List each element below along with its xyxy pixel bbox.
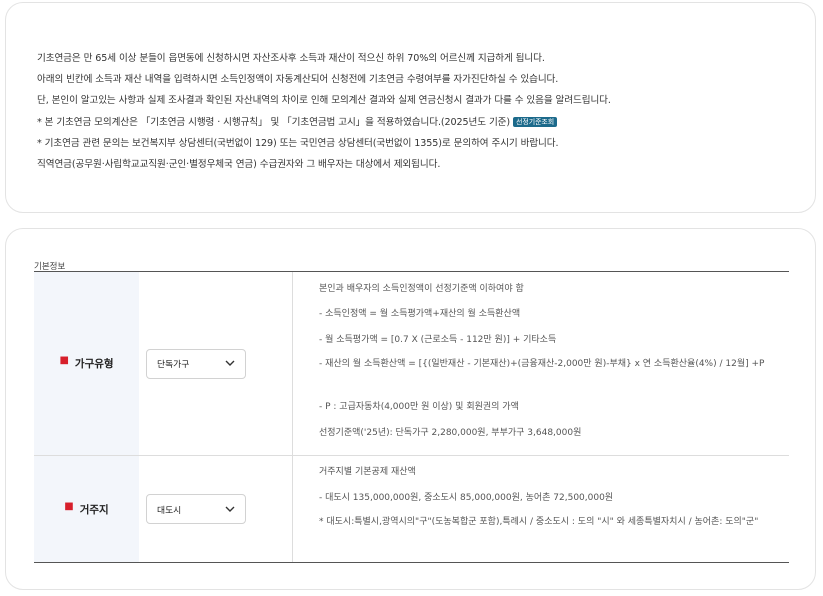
- residence-label: 거주지: [79, 503, 109, 516]
- residence-row: ■ 거주지 대도시 거주지별 기본공제 재산액 - 대도시 135,000,00…: [34, 455, 789, 562]
- basic-info-table: ■ 가구유형 단독가구 본인과 배우자의 소득인정액이 선정기준액 이하여야 함…: [34, 271, 789, 563]
- household-desc-6: 선정기준액('25년): 단독가구 2,280,000원, 부부가구 3,648…: [319, 428, 582, 438]
- household-desc-3: - 월 소득평가액 = [0.7 X (근로소득 - 112만 원)] + 기타…: [319, 335, 557, 345]
- notice-text: 기초연금은 만 65세 이상 분들이 읍면동에 신청하시면 자산조사후 소득과 …: [37, 48, 611, 175]
- notice-line-4-text: * 본 기초연금 모의계산은 「기초연금 시행령 · 시행규칙」 및 「기초연금…: [37, 116, 511, 128]
- residence-desc-1: 거주지별 기본공제 재산액: [319, 467, 416, 477]
- notice-line-1: 기초연금은 만 65세 이상 분들이 읍면동에 신청하시면 자산조사후 소득과 …: [37, 53, 545, 64]
- household-desc-2: - 소득인정액 = 월 소득평가액+재산의 월 소득환산액: [319, 309, 521, 319]
- residence-description: 거주지별 기본공제 재산액 - 대도시 135,000,000원, 중소도시 8…: [293, 456, 789, 562]
- residence-label-cell: ■ 거주지: [34, 456, 139, 562]
- required-mark: ■: [64, 500, 74, 512]
- notice-line-2: 아래의 빈칸에 소득과 재산 내역을 입력하시면 소득인정액이 자동계산되어 신…: [37, 74, 559, 86]
- notice-line-3: 단, 본인이 알고있는 사항과 실제 조사결과 확인된 자산내역의 차이로 인해…: [37, 95, 611, 107]
- residence-value: 대도시: [157, 505, 182, 516]
- chevron-down-icon: [225, 359, 235, 369]
- residence-select[interactable]: 대도시: [146, 494, 246, 524]
- required-mark: ■: [59, 355, 69, 366]
- notice-line-6: 직역연금(공무원·사립학교교직원·군인·별정우체국 연금) 수급권자와 그 배우…: [37, 159, 441, 171]
- notice-line-4: * 본 기초연금 모의계산은 「기초연금 시행령 · 시행규칙」 및 「기초연금…: [37, 112, 611, 133]
- notice-line-5: * 기초연금 관련 문의는 보건복지부 상담센터(국번없이 129) 또는 국민…: [37, 137, 559, 149]
- basic-info-card: 기본정보 ■ 가구유형 단독가구 본인과 배우자의 소득인정액이 선정기준액 이…: [5, 228, 816, 590]
- criteria-lookup-button[interactable]: 선정기준조회: [513, 116, 558, 127]
- household-desc-1: 본인과 배우자의 소득인정액이 선정기준액 이하여야 함: [319, 284, 524, 294]
- chevron-down-icon: [225, 504, 235, 514]
- household-desc-4: - 재산의 월 소득환산액 = [{(일반재산 - 기본재산)+(금융재산-2,…: [319, 359, 765, 369]
- household-label: 가구유형: [74, 358, 114, 370]
- household-desc-5: - P : 고급자동차(4,000만 원 이상) 및 회원권의 가액: [319, 402, 519, 412]
- notice-card: 기초연금은 만 65세 이상 분들이 읍면동에 신청하시면 자산조사후 소득과 …: [5, 2, 816, 213]
- residence-input-cell: 대도시: [139, 456, 293, 562]
- household-label-cell: ■ 가구유형: [34, 272, 139, 455]
- household-description: 본인과 배우자의 소득인정액이 선정기준액 이하여야 함 - 소득인정액 = 월…: [293, 272, 789, 455]
- residence-desc-2: - 대도시 135,000,000원, 중소도시 85,000,000원, 농어…: [319, 493, 614, 503]
- residence-desc-3: * 대도시:특별시,광역시의"구"(도농복합군 포함),특례시 / 중소도시 :…: [319, 517, 759, 527]
- household-type-value: 단독가구: [157, 360, 190, 370]
- household-input-cell: 단독가구: [139, 272, 293, 455]
- household-row: ■ 가구유형 단독가구 본인과 배우자의 소득인정액이 선정기준액 이하여야 함…: [34, 272, 789, 455]
- household-type-select[interactable]: 단독가구: [146, 348, 246, 379]
